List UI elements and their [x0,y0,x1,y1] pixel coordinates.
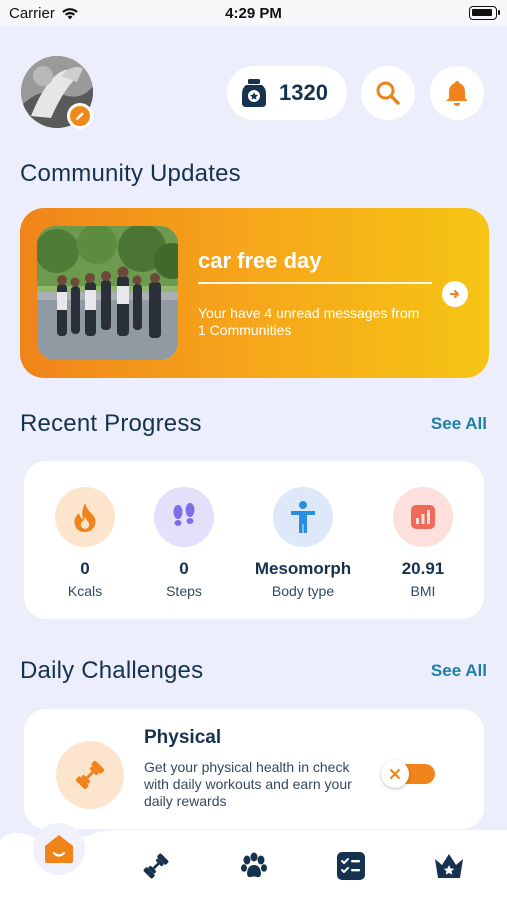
dumbbell-icon [75,760,105,790]
notifications-button[interactable] [430,66,484,120]
stat-bmi[interactable]: 20.91 BMI [363,487,483,599]
challenge-title: Physical [144,727,222,748]
arrow-right-icon [450,290,459,298]
stat-label: Steps [166,583,202,599]
stat-steps[interactable]: 0 Steps [124,487,244,599]
search-icon [376,81,400,105]
stat-label: Body type [271,583,335,599]
stat-value: Mesomorph [254,559,352,578]
crown-icon [435,854,463,878]
flame-icon [74,503,96,532]
home-icon [45,835,73,863]
community-photo [37,226,178,360]
status-bar: Carrier 4:29 PM [0,0,507,26]
toggle-knob [381,760,409,788]
challenge-card-physical[interactable]: Physical Get your physical health in che… [24,709,484,829]
challenge-description: Get your physical health in check with d… [144,759,352,809]
stat-icon-wrap [273,487,333,547]
progress-card: 0 Kcals 0 Steps Mesomorph Body type 20.9… [24,461,484,619]
person-icon [291,501,315,533]
challenges-see-all-link[interactable]: See All [431,661,487,681]
community-updates-title: Community Updates [20,160,241,187]
dumbbell-icon [143,853,169,879]
points-badge[interactable]: 1320 [227,66,347,120]
stat-value: 20.91 [401,559,445,578]
progress-see-all-link[interactable]: See All [431,414,487,434]
tab-community[interactable] [238,850,270,882]
paw-icon [241,852,267,878]
close-icon [390,769,400,779]
stat-icon-wrap [154,487,214,547]
challenge-toggle[interactable] [381,760,435,788]
community-update-card[interactable]: car free day Your have 4 unread messages… [20,208,489,378]
coin-jar-icon [242,79,266,107]
daily-challenges-title: Daily Challenges [20,657,204,684]
bell-icon [446,81,468,106]
stat-label: BMI [410,583,436,599]
stat-icon-wrap [55,487,115,547]
challenge-icon-wrap [56,741,124,809]
tab-tasks[interactable] [335,850,367,882]
checklist-icon [337,852,365,880]
chart-icon [411,505,435,529]
tab-workouts[interactable] [140,850,172,882]
points-value: 1320 [279,80,328,105]
stat-value: 0 [179,559,189,578]
community-card-title: car free day [198,248,322,273]
tab-rewards[interactable] [433,850,465,882]
status-time: 4:29 PM [225,5,282,22]
stat-icon-wrap [393,487,453,547]
recent-progress-title: Recent Progress [20,410,202,437]
community-open-button[interactable] [442,281,468,307]
pencil-icon [76,112,84,120]
search-button[interactable] [361,66,415,120]
edit-avatar-button[interactable] [67,103,93,129]
community-card-divider [198,282,432,284]
community-card-message: Your have 4 unread messages from 1 Commu… [198,305,420,338]
footsteps-icon [173,503,195,526]
tab-home[interactable] [33,823,85,875]
stat-body-type[interactable]: Mesomorph Body type [243,487,363,599]
battery-icon [469,6,500,20]
